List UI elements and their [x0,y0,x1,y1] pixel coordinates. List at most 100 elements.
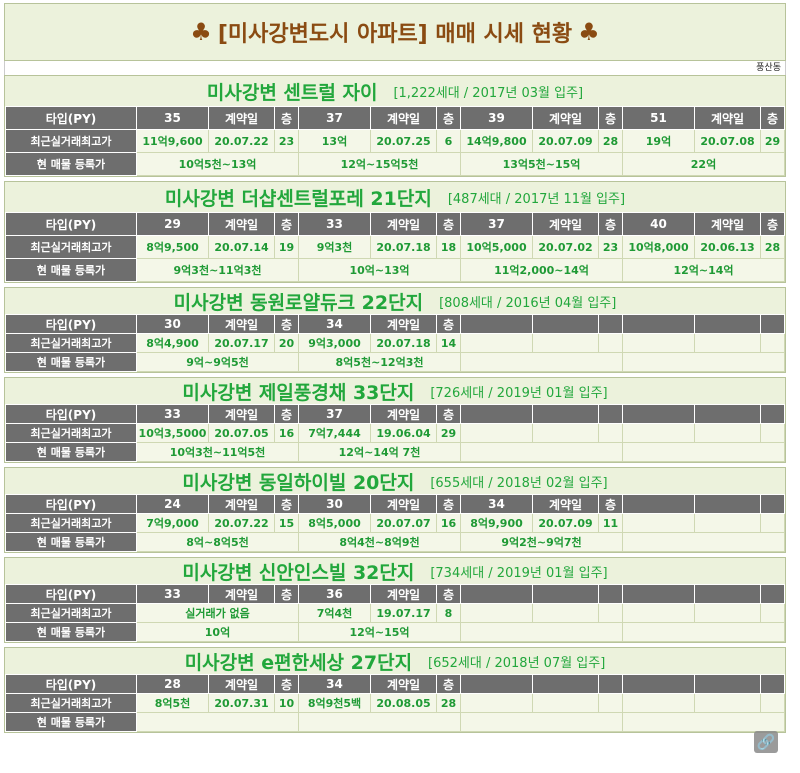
type-size: 37 [298,106,371,130]
listing-label: 현 매물 등록가 [5,258,137,282]
empty-cell [694,584,761,604]
contract-date: 20.07.18 [370,235,437,259]
floor-label: 층 [598,494,623,514]
recent-price-row: 최근실거래최고가 8억9,500 20.07.14 19 9억3천 20.07.18 18 1… [5,235,785,259]
empty-cell [598,333,623,353]
link-icon[interactable]: 🔗 [754,731,778,753]
floor-value: 16 [274,423,299,443]
contract-label: 계약일 [370,494,437,514]
header-row: 타입(PY) 33 계약일 층 37 계약일 층 [5,404,785,424]
contract-label: 계약일 [208,584,275,604]
floor-value: 28 [760,235,785,259]
contract-label: 계약일 [208,314,275,334]
floor-value: 28 [598,129,623,153]
empty-cell [622,584,695,604]
listing-label: 현 매물 등록가 [5,352,137,372]
complex-info: [655세대 / 2018년 02월 입주] [430,475,608,491]
contract-label: 계약일 [208,212,275,236]
empty-cell [622,333,695,353]
floor-label: 층 [274,494,299,514]
listing-range [136,712,299,732]
complex-name: 미사강변 e편한세상 27단지 [184,651,413,674]
floor-label: 층 [436,106,461,130]
header-row: 타입(PY) 29 계약일 층 33 계약일 층 37 계약일 층 40 계약일 층 [5,212,785,236]
contract-label: 계약일 [370,584,437,604]
contract-label: 계약일 [370,674,437,694]
complex-header: 미사강변 동원로얄듀크 22단지 [808세대 / 2016년 04월 입주] [5,288,785,314]
listing-range: 10억 [136,622,299,642]
empty-cell [460,622,623,642]
empty-cell [460,674,533,694]
listing-range: 8억~8억5천 [136,532,299,552]
listing-range: 9억3천~11억3천 [136,258,299,282]
listing-range: 13억5천~15억 [460,152,623,176]
empty-cell [622,622,785,642]
price-table: 타입(PY) 33 계약일 층 37 계약일 층 최근실거래최고가 10억3,5000 20.07… [5,404,785,462]
type-size: 34 [460,494,533,514]
empty-cell [460,712,623,732]
price-table: 타입(PY) 28 계약일 층 34 계약일 층 최근실거래최고가 8억5천 20.07.31 10… [5,674,785,732]
empty-cell [598,404,623,424]
floor-value: 14 [436,333,461,353]
type-size: 51 [622,106,695,130]
empty-cell [598,314,623,334]
price-table: 타입(PY) 33 계약일 층 36 계약일 층 최근실거래최고가 실거래가 없음 7억4천 19.… [5,584,785,642]
empty-cell [694,314,761,334]
recent-price: 9억3천 [298,235,371,259]
listing-range: 11억2,000~14억 [460,258,623,282]
empty-cell [622,352,785,372]
contract-label: 계약일 [370,106,437,130]
empty-cell [760,404,785,424]
listing-range: 9억~9억5천 [136,352,299,372]
type-size: 34 [298,674,371,694]
complex-header: 미사강변 동일하이빌 20단지 [655세대 / 2018년 02월 입주] [5,468,785,494]
recent-high-label: 최근실거래최고가 [5,235,137,259]
type-size: 33 [136,584,209,604]
recent-price: 8억5천 [136,693,209,713]
empty-cell [694,333,761,353]
type-label: 타입(PY) [5,494,137,514]
empty-cell [460,352,623,372]
complex-name: 미사강변 더샵센트럴포레 21단지 [164,187,432,210]
recent-price: 19억 [622,129,695,153]
listing-label: 현 매물 등록가 [5,442,137,462]
empty-cell [598,423,623,443]
floor-label: 층 [436,404,461,424]
empty-cell [622,712,785,732]
listing-row: 현 매물 등록가 8억~8억5천 8억4천~8억9천 9억2천~9억7천 [5,532,785,552]
empty-cell [532,333,599,353]
empty-cell [760,333,785,353]
contract-label: 계약일 [208,494,275,514]
floor-label: 층 [760,212,785,236]
complex-info: [734세대 / 2019년 01월 입주] [430,565,608,581]
empty-cell [760,603,785,623]
recent-price: 10억5,000 [460,235,533,259]
empty-cell [460,404,533,424]
complex-header: 미사강변 센트럴 자이 [1,222세대 / 2017년 03월 입주] [5,76,785,106]
listing-row: 현 매물 등록가 9억3천~11억3천 10억~13억 11억2,000~14억 12억… [5,258,785,282]
page-title: ♣ [미사강변도시 아파트] 매매 시세 현황 ♣ [4,3,786,61]
type-size: 30 [298,494,371,514]
listing-range: 12억~15억 [298,622,461,642]
empty-cell [460,442,623,462]
floor-value: 28 [436,693,461,713]
recent-price: 7억9,000 [136,513,209,533]
contract-date: 20.07.22 [208,513,275,533]
complex-info: [808세대 / 2016년 04월 입주] [439,295,617,311]
complex-info: [1,222세대 / 2017년 03월 입주] [393,85,584,101]
contract-date: 20.07.02 [532,235,599,259]
listing-row: 현 매물 등록가 10억3천~11억5천 12억~14억 7천 [5,442,785,462]
type-size: 30 [136,314,209,334]
type-size: 37 [298,404,371,424]
contract-date: 20.07.18 [370,333,437,353]
listing-range: 12억~14억 [622,258,785,282]
contract-label: 계약일 [370,212,437,236]
listing-row: 현 매물 등록가 10억 12억~15억 [5,622,785,642]
type-label: 타입(PY) [5,106,137,130]
contract-date: 20.06.13 [694,235,761,259]
floor-label: 층 [436,674,461,694]
listing-range: 9억2천~9억7천 [460,532,623,552]
floor-label: 층 [274,584,299,604]
type-size: 33 [298,212,371,236]
floor-value: 18 [436,235,461,259]
